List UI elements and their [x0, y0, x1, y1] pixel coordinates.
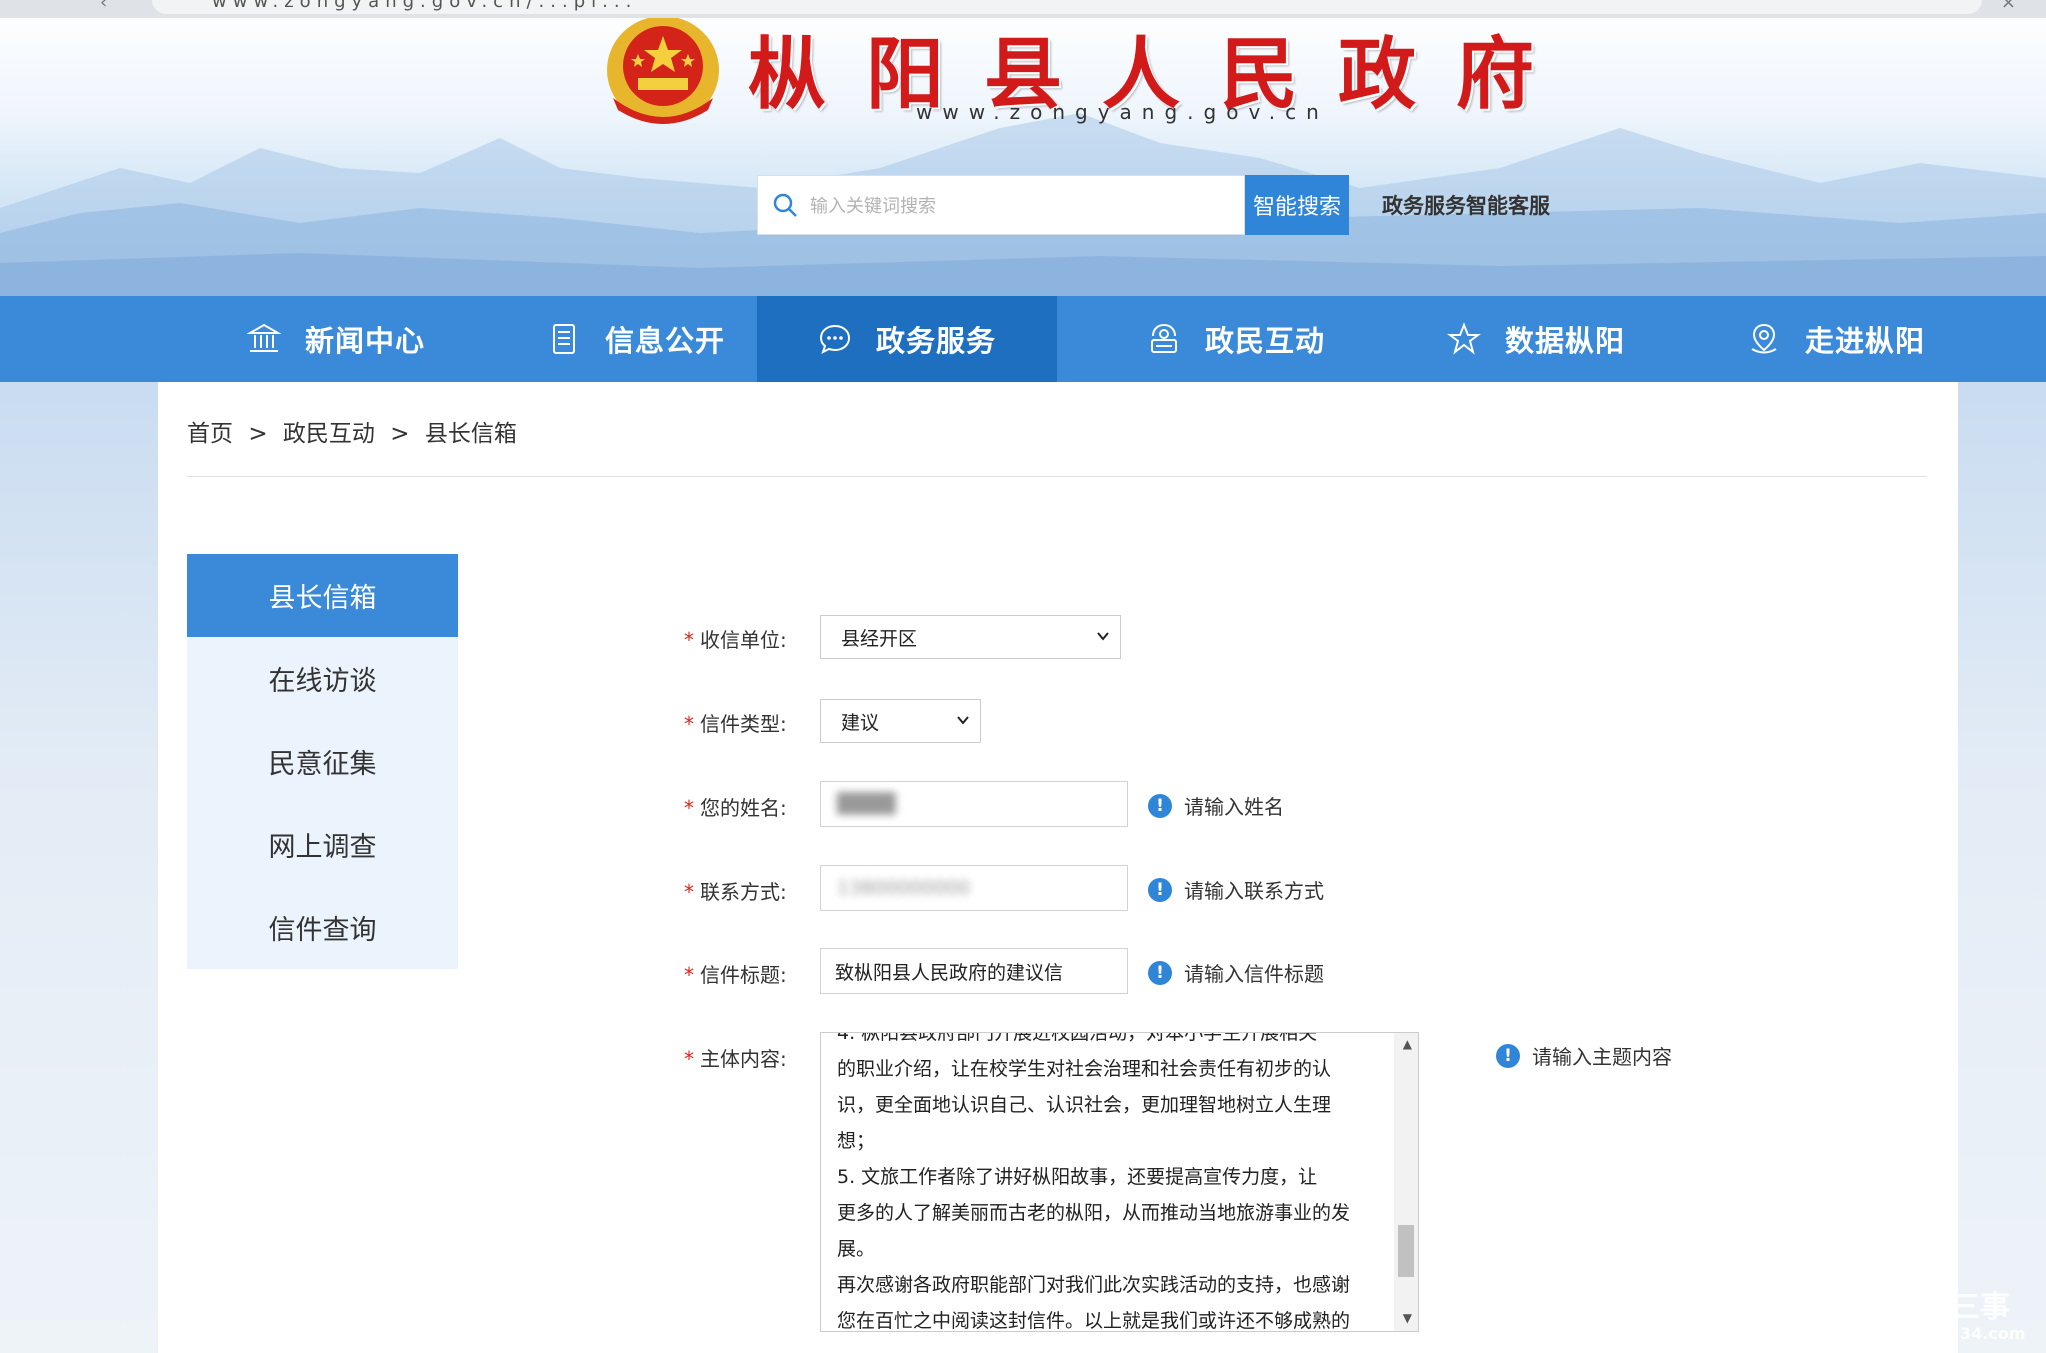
watermark: 三三事	[1920, 1290, 2010, 1325]
ai-service-link[interactable]: 政务服务智能客服	[1382, 190, 1550, 220]
site-url: www.zongyang.gov.cn	[916, 100, 1329, 124]
subject-hint: ! 请输入信件标题	[1148, 958, 1324, 987]
nav-item-interaction[interactable]: 政民互动	[1086, 296, 1386, 382]
nav-label: 信息公开	[604, 324, 725, 358]
chat-icon	[819, 324, 850, 354]
chevron-down-icon	[957, 716, 969, 725]
star-icon	[1446, 322, 1481, 355]
nav-label: 政务服务	[875, 324, 996, 358]
browser-toolbar: ‹ www.zongyang.gov.cn/...pl... ×	[0, 0, 2046, 18]
building-icon	[246, 323, 281, 352]
letter-type-select[interactable]: 建议	[820, 699, 981, 743]
content-line: 您在百忙之中阅读这封信件。以上就是我们或许还不够成熟的	[837, 1310, 1351, 1332]
nav-item-gov-services[interactable]: 政务服务	[757, 296, 1057, 382]
browser-close-icon[interactable]: ×	[2001, 0, 2016, 13]
content-line: 4. 枞阳县政府部门开展进校园活动，对本小学生开展相关	[837, 1032, 1318, 1044]
search-icon	[773, 193, 797, 217]
letter-type-label: * 信件类型:	[684, 712, 787, 736]
breadcrumb: 首页 > 政民互动 > 县长信箱	[187, 414, 525, 448]
interaction-icon	[1150, 323, 1177, 353]
contact-label: * 联系方式:	[684, 880, 787, 904]
browser-address-bar[interactable]: www.zongyang.gov.cn/...pl...	[152, 0, 1982, 14]
content-line: 想；	[837, 1130, 876, 1152]
subject-field[interactable]: 致枞阳县人民政府的建议信	[820, 948, 1128, 994]
content-line: 的职业介绍，让在校学生对社会治理和社会责任有初步的认	[837, 1058, 1332, 1080]
recipient-select[interactable]: 县经开区	[820, 615, 1121, 659]
letter-type-value: 建议	[841, 711, 880, 734]
smart-search-button[interactable]: 智能搜索	[1245, 175, 1349, 235]
header-banner: 枞阳县人民政府 www.zongyang.gov.cn 智能搜索 政务服务智能客…	[0, 18, 2046, 296]
content-line: 5. 文旅工作者除了讲好枞阳故事，还要提高宣传力度，让	[837, 1166, 1318, 1188]
sidebar-item-online-interview[interactable]: 在线访谈	[187, 637, 458, 720]
nav-item-about[interactable]: 走进枞阳	[1686, 296, 1986, 382]
content-label: * 主体内容:	[684, 1047, 787, 1071]
content-line: 再次感谢各政府职能部门对我们此次实践活动的支持，也感谢	[837, 1274, 1351, 1296]
name-value: ████	[837, 793, 896, 815]
breadcrumb-separator: >	[390, 421, 410, 447]
content-textarea[interactable]: 4. 枞阳县政府部门开展进校园活动，对本小学生开展相关的职业介绍，让在校学生对社…	[820, 1032, 1419, 1332]
breadcrumb-divider	[187, 476, 1927, 477]
name-hint: ! 请输入姓名	[1148, 791, 1284, 820]
scroll-up-icon[interactable]: ▲	[1403, 1037, 1412, 1051]
search-input[interactable]	[808, 188, 1232, 224]
sidebar-menu: 县长信箱 在线访谈 民意征集 网上调查 信件查询	[187, 554, 458, 969]
nav-label: 政民互动	[1204, 324, 1325, 358]
nav-item-data[interactable]: 数据枞阳	[1386, 296, 1686, 382]
content-line: 更多的人了解美丽而古老的枞阳，从而推动当地旅游事业的发	[837, 1202, 1351, 1224]
breadcrumb-home[interactable]: 首页	[187, 421, 233, 447]
watermark-sub: 34.com	[1960, 1324, 2026, 1343]
sidebar-item-opinion-collection[interactable]: 民意征集	[187, 720, 458, 803]
sidebar-item-mayor-mailbox[interactable]: 县长信箱	[187, 554, 458, 637]
sidebar-item-online-survey[interactable]: 网上调查	[187, 803, 458, 886]
location-icon	[1751, 323, 1777, 354]
breadcrumb-current: 县长信箱	[424, 421, 517, 447]
search-box	[757, 175, 1245, 235]
info-icon: !	[1496, 1043, 1520, 1068]
contact-hint: ! 请输入联系方式	[1148, 875, 1324, 904]
contact-value: 13800000000	[837, 877, 970, 899]
content-hint: ! 请输入主题内容	[1496, 1041, 1672, 1070]
nav-label: 新闻中心	[304, 324, 425, 358]
browser-back-icon[interactable]: ‹	[100, 0, 107, 13]
breadcrumb-separator: >	[248, 421, 268, 447]
national-emblem-logo	[607, 18, 719, 124]
name-label: * 您的姓名:	[684, 796, 787, 820]
content-line: 展。	[837, 1238, 876, 1260]
subject-value: 致枞阳县人民政府的建议信	[835, 961, 1064, 984]
sidebar-item-letter-query[interactable]: 信件查询	[187, 886, 458, 969]
recipient-label: * 收信单位:	[684, 628, 787, 652]
info-icon: !	[1148, 960, 1172, 985]
breadcrumb-section[interactable]: 政民互动	[283, 421, 375, 447]
recipient-value: 县经开区	[841, 627, 918, 650]
nav-label: 数据枞阳	[1504, 324, 1625, 358]
contact-field[interactable]: 13800000000	[820, 865, 1128, 911]
scrollbar-thumb[interactable]	[1398, 1225, 1414, 1277]
document-icon	[552, 324, 575, 354]
content-scrollbar[interactable]: ▲ ▼	[1394, 1033, 1418, 1331]
content-text: 4. 枞阳县政府部门开展进校园活动，对本小学生开展相关的职业介绍，让在校学生对社…	[837, 1032, 1387, 1332]
scroll-down-icon[interactable]: ▼	[1403, 1311, 1412, 1325]
info-icon: !	[1148, 793, 1172, 818]
main-nav: 新闻中心 信息公开 政务服务 政民互动 数据枞阳 走进枞阳	[0, 296, 2046, 382]
subject-label: * 信件标题:	[684, 963, 787, 987]
nav-item-news[interactable]: 新闻中心	[186, 296, 486, 382]
nav-label: 走进枞阳	[1804, 324, 1925, 358]
nav-item-info-disclosure[interactable]: 信息公开	[486, 296, 786, 382]
chevron-down-icon	[1097, 632, 1109, 641]
content-line: 识，更全面地认识自己、认识社会，更加理智地树立人生理	[837, 1094, 1332, 1116]
info-icon: !	[1148, 877, 1172, 902]
browser-url-text: www.zongyang.gov.cn/...pl...	[212, 0, 638, 12]
name-field[interactable]: ████	[820, 781, 1128, 827]
